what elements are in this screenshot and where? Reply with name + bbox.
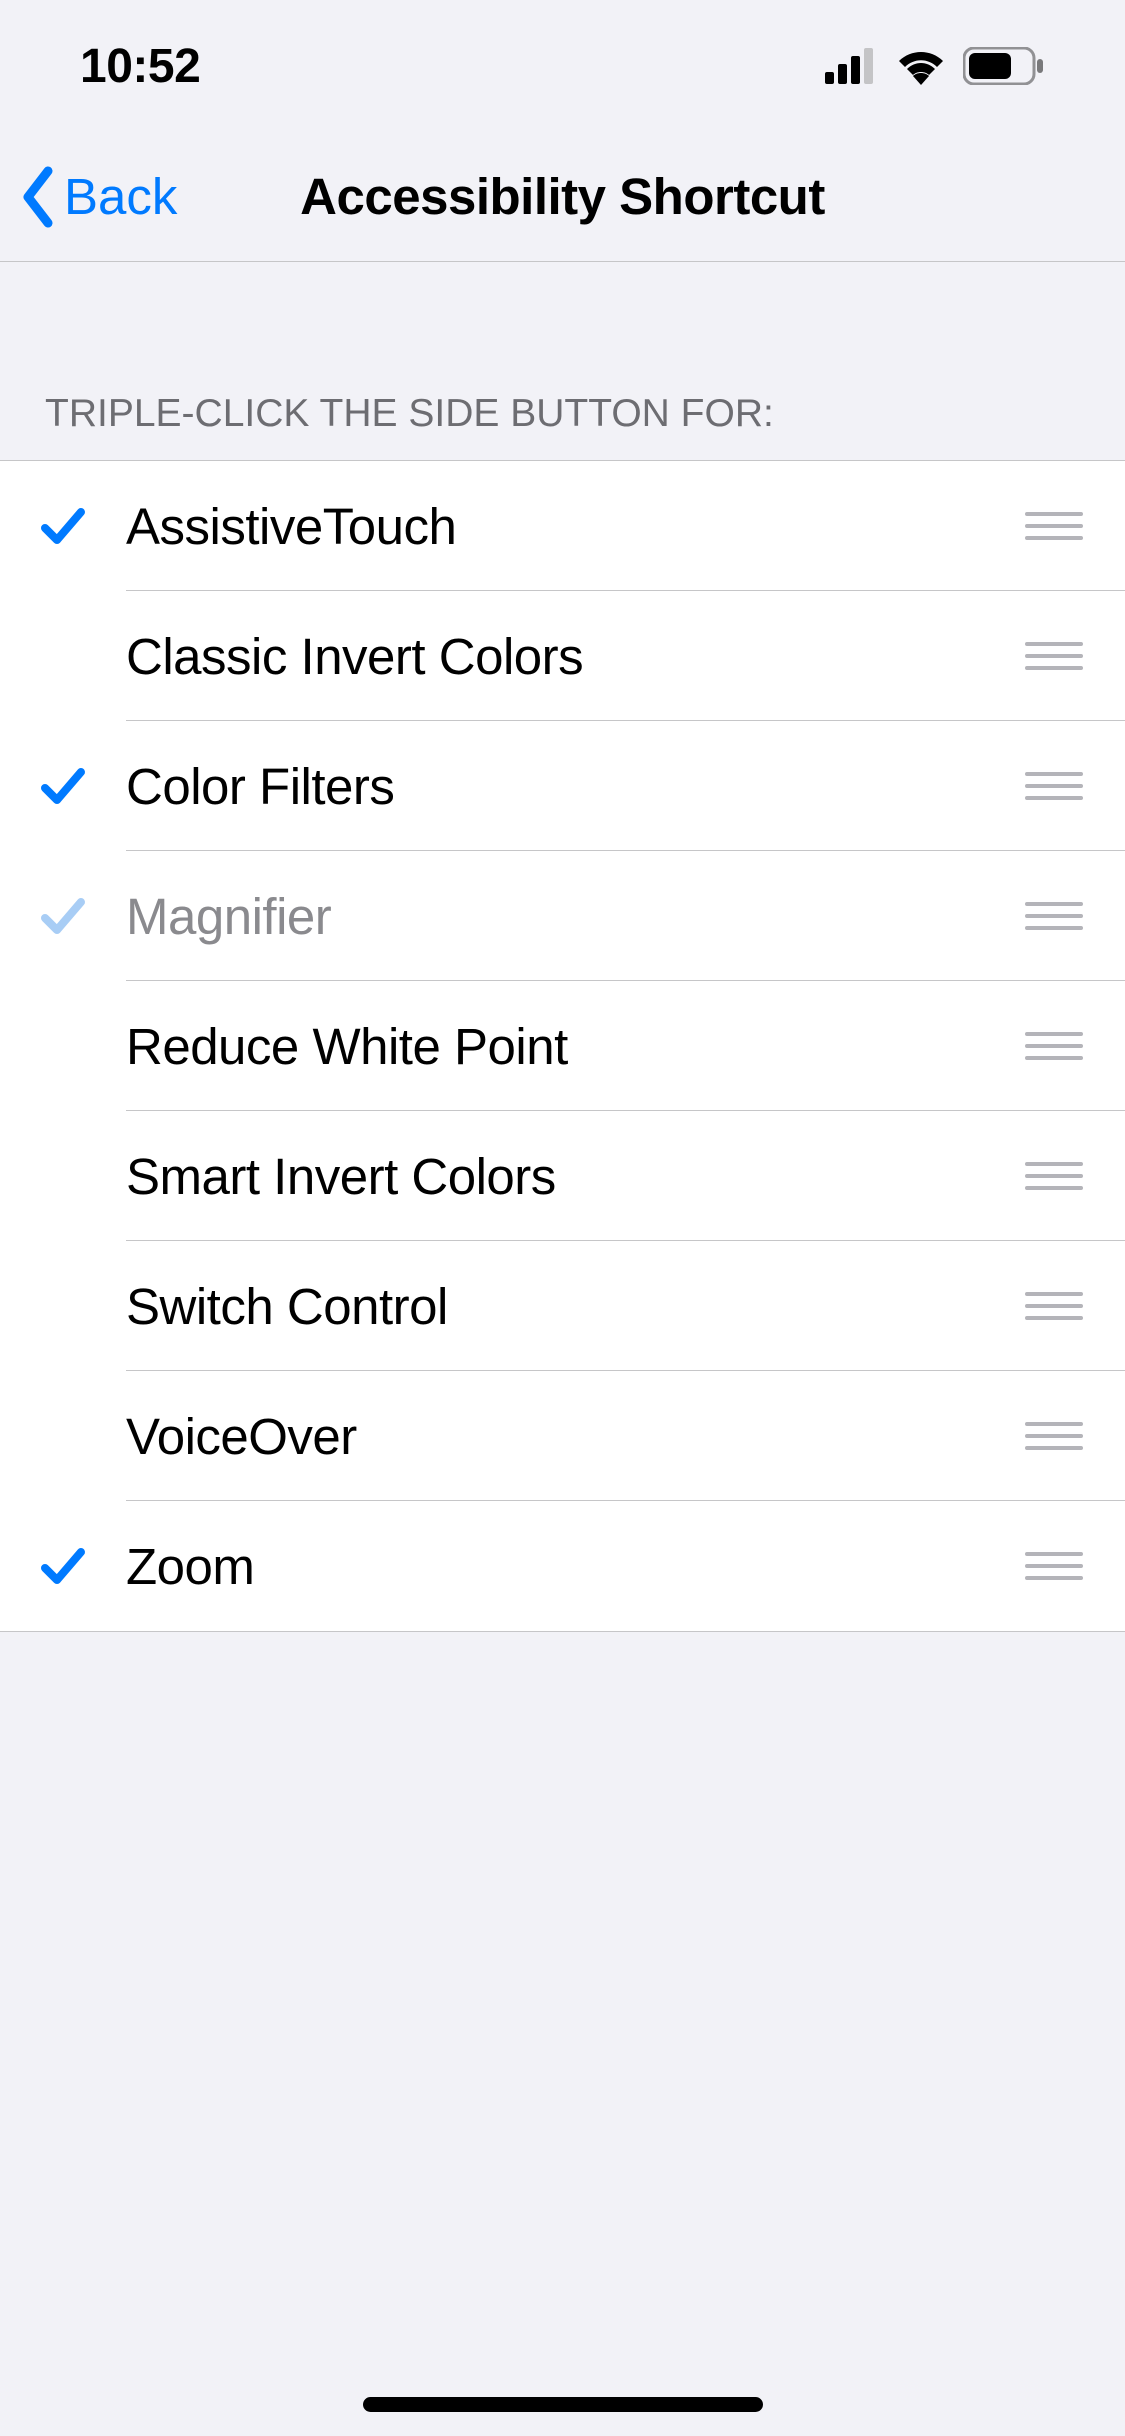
reorder-handle[interactable] [1025,642,1125,670]
list-item-label: AssistiveTouch [126,497,1025,556]
reorder-handle[interactable] [1025,1552,1125,1580]
status-bar: 10:52 [0,0,1125,132]
check-slot [0,502,126,550]
cellular-signal-icon [825,48,879,84]
section-header: TRIPLE-CLICK THE SIDE BUTTON FOR: [0,262,1125,460]
list-item-voiceover[interactable]: VoiceOver [0,1371,1125,1501]
check-slot [0,1542,126,1590]
reorder-icon [1025,1292,1083,1320]
list-item-magnifier[interactable]: Magnifier [0,851,1125,981]
status-time: 10:52 [80,39,200,94]
list-item-label: Reduce White Point [126,1017,1025,1076]
reorder-icon [1025,1422,1083,1450]
list-item-color-filters[interactable]: Color Filters [0,721,1125,851]
check-slot [0,762,126,810]
list-item-assistivetouch[interactable]: AssistiveTouch [0,461,1125,591]
list-item-label: VoiceOver [126,1407,1025,1466]
checkmark-icon [39,762,87,810]
list-item-label: Classic Invert Colors [126,627,1025,686]
list-item-label: Zoom [126,1537,1025,1596]
reorder-icon [1025,772,1083,800]
nav-bar: Back Accessibility Shortcut [0,132,1125,262]
home-indicator[interactable] [363,2397,763,2412]
checkmark-icon [39,892,87,940]
list-item-label: Magnifier [126,887,1025,946]
status-indicators [825,47,1045,85]
list-item-classic-invert[interactable]: Classic Invert Colors [0,591,1125,721]
wifi-icon [895,47,947,85]
reorder-handle[interactable] [1025,772,1125,800]
battery-icon [963,47,1045,85]
shortcut-list: AssistiveTouch Classic Invert Colors Col… [0,460,1125,1632]
list-item-zoom[interactable]: Zoom [0,1501,1125,1631]
list-item-smart-invert[interactable]: Smart Invert Colors [0,1111,1125,1241]
reorder-handle[interactable] [1025,902,1125,930]
reorder-icon [1025,512,1083,540]
reorder-icon [1025,902,1083,930]
reorder-handle[interactable] [1025,1162,1125,1190]
list-item-label: Color Filters [126,757,1025,816]
back-button[interactable]: Back [18,165,177,229]
check-slot [0,892,126,940]
reorder-icon [1025,1162,1083,1190]
reorder-icon [1025,1032,1083,1060]
chevron-left-icon [18,165,56,229]
checkmark-icon [39,502,87,550]
list-item-reduce-white-point[interactable]: Reduce White Point [0,981,1125,1111]
reorder-icon [1025,642,1083,670]
list-item-label: Smart Invert Colors [126,1147,1025,1206]
reorder-handle[interactable] [1025,1422,1125,1450]
checkmark-icon [39,1542,87,1590]
reorder-handle[interactable] [1025,512,1125,540]
reorder-icon [1025,1552,1083,1580]
list-item-label: Switch Control [126,1277,1025,1336]
reorder-handle[interactable] [1025,1032,1125,1060]
list-item-switch-control[interactable]: Switch Control [0,1241,1125,1371]
back-label: Back [64,167,177,226]
reorder-handle[interactable] [1025,1292,1125,1320]
